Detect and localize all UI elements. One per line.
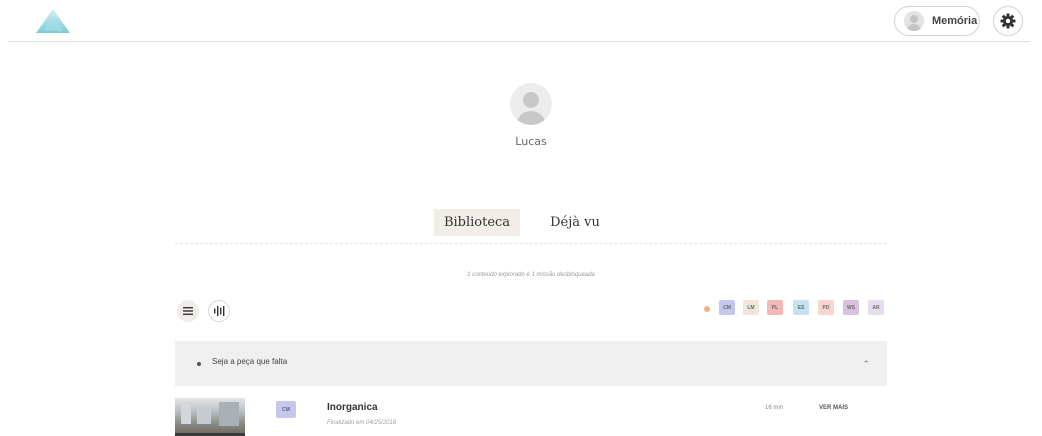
- summary-text: 1 conteúdo explorado e 1 missão desbloqu…: [467, 272, 595, 278]
- avatar-icon: [904, 11, 924, 31]
- bullet-icon: [197, 362, 201, 366]
- filter-tag-pl[interactable]: PL: [767, 300, 783, 315]
- filter-tag-es[interactable]: ES: [793, 300, 809, 315]
- filter-tag-pd[interactable]: PD: [818, 300, 834, 315]
- bars-view-button[interactable]: [208, 300, 230, 322]
- item-tag: CM: [276, 401, 296, 418]
- bars-view-icon: [213, 306, 224, 316]
- item-duration: 16 min: [765, 405, 784, 411]
- triangle-logo-icon[interactable]: [36, 9, 70, 33]
- tabs-divider: [175, 243, 887, 244]
- profile-name: Lucas: [515, 135, 547, 148]
- gear-icon: [1000, 13, 1016, 29]
- header-divider: [8, 41, 1030, 42]
- list-view-button[interactable]: [177, 300, 199, 322]
- item-subtitle: Finalizado em 04/25/2018: [327, 420, 397, 426]
- tab-biblioteca[interactable]: Biblioteca: [434, 209, 520, 236]
- chevron-up-icon[interactable]: ⌃: [862, 359, 870, 370]
- section-title: Seja a peça que falta: [212, 357, 288, 366]
- user-avatar-icon: [510, 83, 552, 125]
- ver-mais-link[interactable]: VER MAIS: [819, 405, 848, 411]
- filter-tag-cm[interactable]: CM: [719, 300, 735, 315]
- top-bar: Memória: [0, 0, 1042, 42]
- filter-tag-lm[interactable]: LM: [743, 300, 759, 315]
- filter-tag-ws[interactable]: WS: [843, 300, 859, 315]
- tab-deja-vu[interactable]: Déjà vu: [540, 209, 610, 236]
- item-thumbnail[interactable]: [175, 398, 245, 436]
- settings-button[interactable]: [993, 6, 1023, 36]
- filter-tag-ar[interactable]: AR: [868, 300, 884, 315]
- memoria-label: Memória: [932, 15, 978, 27]
- list-view-icon: [183, 307, 193, 315]
- memoria-button[interactable]: Memória: [894, 6, 980, 36]
- item-title[interactable]: Inorganica: [327, 402, 378, 413]
- section-header[interactable]: Seja a peça que falta ⌃: [175, 341, 887, 386]
- info-icon[interactable]: [704, 306, 710, 312]
